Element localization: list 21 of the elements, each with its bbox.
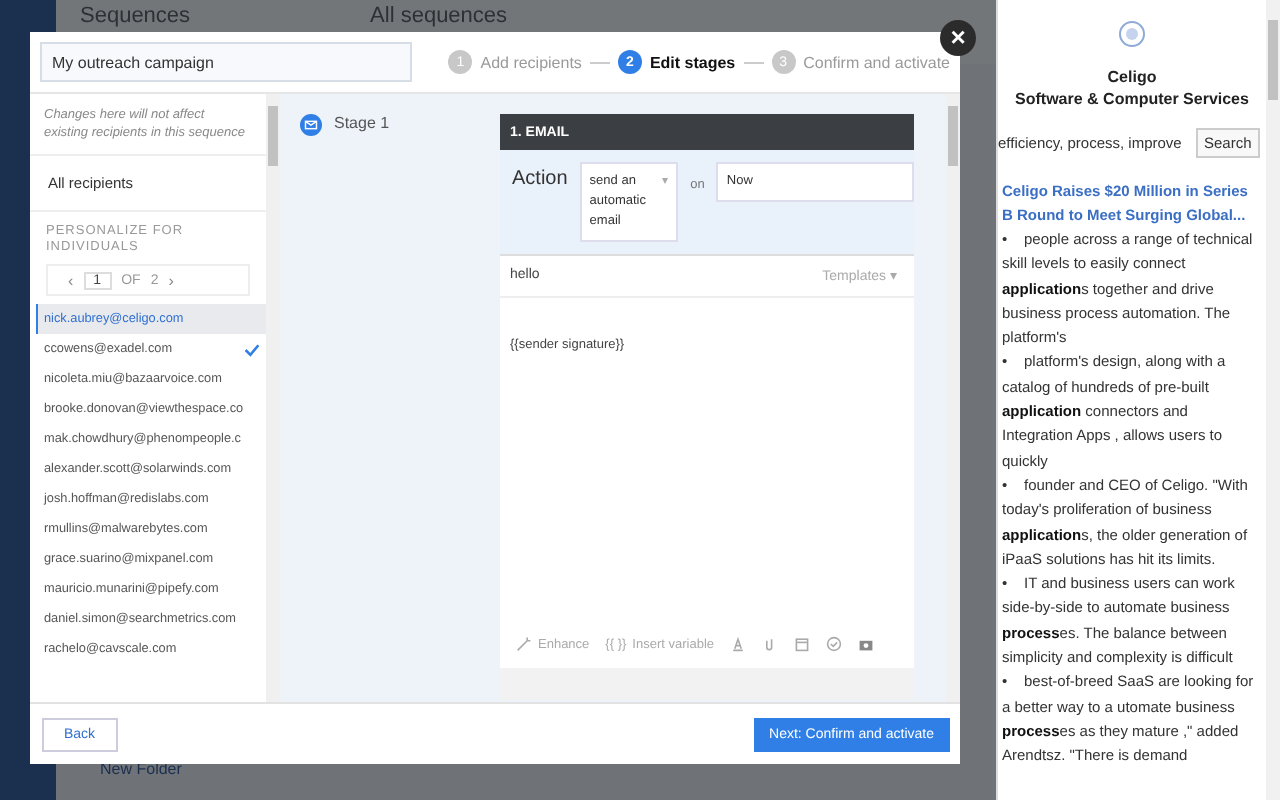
company-category: Software & Computer Services xyxy=(1013,90,1251,108)
company-logo-icon xyxy=(1118,20,1146,48)
check-circle-icon[interactable] xyxy=(826,636,842,652)
previous-page-button[interactable]: ‹ xyxy=(68,271,74,289)
wand-icon xyxy=(516,636,532,652)
calendar-icon[interactable] xyxy=(794,636,810,652)
text-format-icon[interactable] xyxy=(730,636,746,652)
scrollbar[interactable] xyxy=(1266,0,1280,800)
campaign-name-field[interactable]: My outreach campaign xyxy=(40,42,413,82)
paperclip-icon[interactable] xyxy=(762,636,778,652)
checkmark-icon xyxy=(244,341,260,357)
scrollbar[interactable] xyxy=(266,94,280,702)
camera-icon[interactable] xyxy=(858,636,874,652)
envelope-icon xyxy=(300,114,322,136)
stage-label: Stage 1 xyxy=(334,114,390,132)
page-subtitle: All sequences xyxy=(370,4,508,30)
scrollbar[interactable] xyxy=(946,94,960,702)
page-title: Sequences xyxy=(80,4,191,30)
action-label: Action xyxy=(512,168,568,190)
next-page-button[interactable]: › xyxy=(168,271,174,289)
company-name: Celigo xyxy=(1105,68,1159,86)
